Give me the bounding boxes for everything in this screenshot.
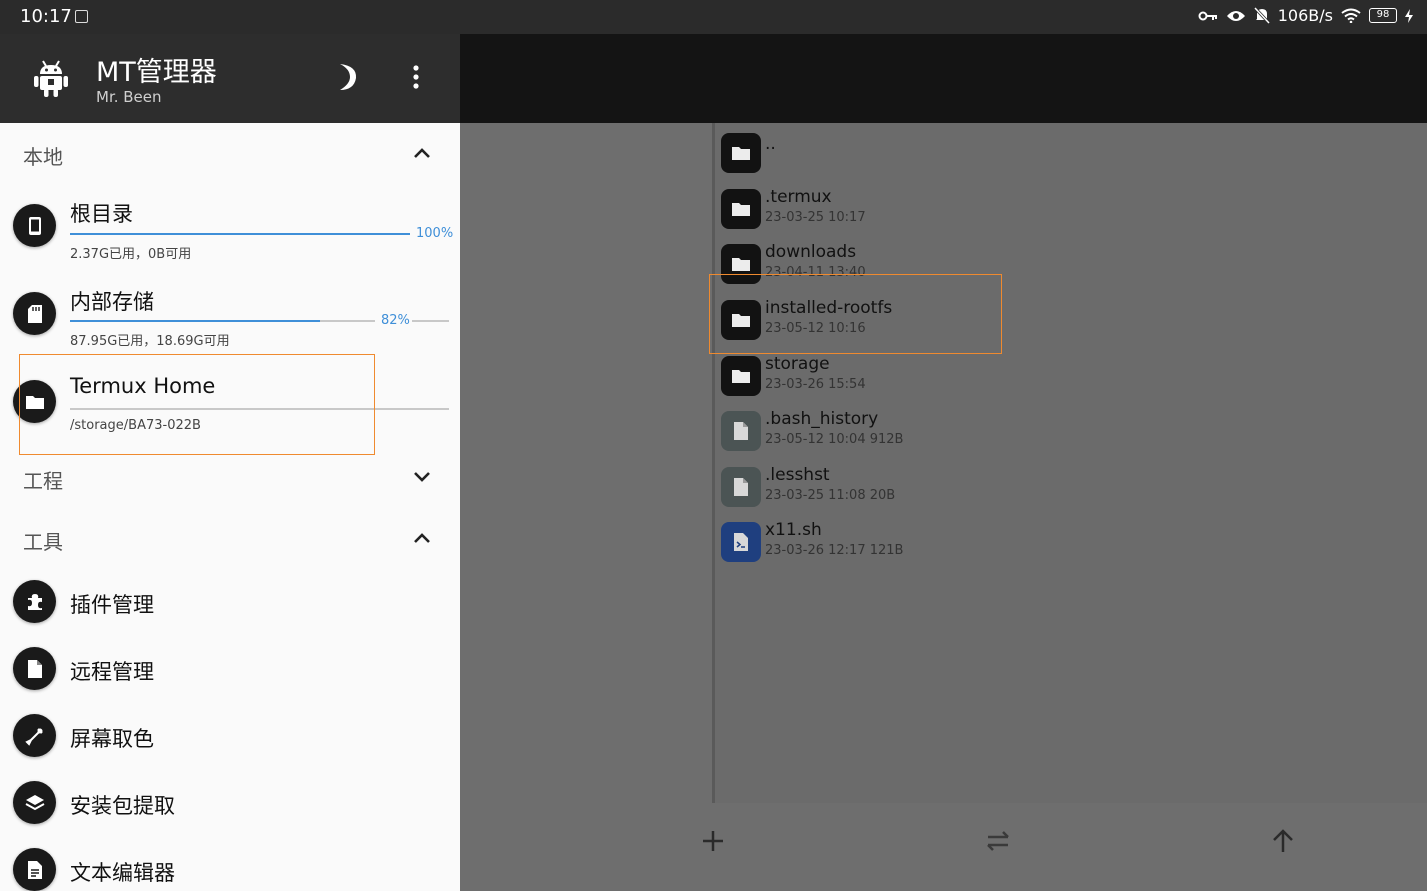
tool-title: 插件管理 xyxy=(70,593,154,617)
chevron-up-icon[interactable] xyxy=(412,146,432,160)
file-row-lesshst[interactable]: .lesshst 23-03-25 11:08 20B xyxy=(721,459,1321,514)
file-meta: 23-05-12 10:04 912B xyxy=(765,432,904,447)
highlight-termux-home xyxy=(19,354,375,455)
section-project-title[interactable]: 工程 xyxy=(23,465,63,494)
eyedropper-icon xyxy=(13,714,56,757)
folder-icon xyxy=(721,189,761,229)
folder-icon xyxy=(721,133,761,173)
file-name: .bash_history xyxy=(765,409,879,429)
storage-bar-fill xyxy=(70,320,321,322)
tool-title: 安装包提取 xyxy=(70,794,175,818)
status-time: 10:17 xyxy=(20,6,72,27)
arrow-up-icon xyxy=(1273,829,1293,852)
document-icon xyxy=(13,647,56,690)
more-vertical-icon xyxy=(413,65,419,89)
item-title: 内部存储 xyxy=(70,290,154,314)
calendar-icon xyxy=(75,10,88,23)
layers-icon xyxy=(13,781,56,824)
navigation-drawer: MT管理器 Mr. Been 本地 根目录 100% 2.37G已用，0B可用 … xyxy=(0,34,460,891)
document-icon xyxy=(721,467,761,507)
swap-panels-button[interactable] xyxy=(978,821,1018,861)
app-title: MT管理器 xyxy=(96,57,217,88)
storage-bar-tail xyxy=(412,320,449,322)
file-manager-toolbar xyxy=(460,34,1427,123)
more-options-button[interactable] xyxy=(405,64,427,96)
file-name: .lesshst xyxy=(765,465,830,485)
night-mode-button[interactable] xyxy=(330,60,360,98)
key-icon xyxy=(1198,11,1217,20)
storage-percent: 82% xyxy=(381,313,410,328)
swap-icon xyxy=(987,831,1009,851)
net-speed: 106B/s xyxy=(1277,6,1333,25)
item-subtitle: 2.37G已用，0B可用 xyxy=(70,247,192,262)
storage-percent: 100% xyxy=(416,226,454,241)
go-up-button[interactable] xyxy=(1263,821,1303,861)
file-name: downloads xyxy=(765,242,857,262)
storage-bar-fill xyxy=(70,233,410,235)
moon-icon xyxy=(340,64,357,90)
file-row-storage[interactable]: storage 23-03-26 15:54 xyxy=(721,348,1321,403)
add-button[interactable] xyxy=(693,821,733,861)
chevron-down-icon[interactable] xyxy=(412,470,432,484)
item-subtitle: 87.95G已用，18.69G可用 xyxy=(70,334,230,349)
left-file-panel[interactable] xyxy=(460,123,712,803)
folder-icon xyxy=(721,356,761,396)
file-meta: 23-03-26 15:54 xyxy=(765,377,866,392)
drawer-header: MT管理器 Mr. Been xyxy=(0,34,460,123)
eye-icon xyxy=(1226,10,1245,21)
right-file-panel[interactable]: .. .termux 23-03-25 10:17 downloads 23-0… xyxy=(715,123,1427,803)
storage-bar xyxy=(70,320,375,322)
plus-icon xyxy=(703,831,723,851)
charging-icon xyxy=(1405,8,1413,23)
file-name: x11.sh xyxy=(765,520,822,540)
status-bar: 10:17 106B/s 98 xyxy=(0,0,1427,34)
wifi-icon xyxy=(1341,8,1361,23)
text-file-icon xyxy=(13,848,56,891)
file-name: storage xyxy=(765,354,830,374)
section-local-title[interactable]: 本地 xyxy=(23,141,63,170)
file-name: .termux xyxy=(765,187,832,207)
document-icon xyxy=(721,411,761,451)
android-robot-icon xyxy=(34,58,68,102)
storage-bar xyxy=(70,233,410,235)
script-icon xyxy=(721,522,761,562)
bell-off-icon xyxy=(1253,7,1270,24)
file-row-bash-history[interactable]: .bash_history 23-05-12 10:04 912B xyxy=(721,403,1321,458)
bottom-toolbar xyxy=(460,803,1427,891)
file-row-termux[interactable]: .termux 23-03-25 10:17 xyxy=(721,181,1321,236)
puzzle-icon xyxy=(13,580,56,623)
file-meta: 23-03-25 11:08 20B xyxy=(765,488,896,503)
status-icons: 106B/s 98 xyxy=(1198,6,1413,25)
tool-title: 远程管理 xyxy=(70,660,154,684)
item-title: 根目录 xyxy=(70,202,133,226)
file-row-parent[interactable]: .. xyxy=(721,125,1321,180)
file-row-x11-sh[interactable]: x11.sh 23-03-26 12:17 121B xyxy=(721,514,1321,569)
tool-title: 屏幕取色 xyxy=(70,727,154,751)
chevron-up-icon[interactable] xyxy=(412,531,432,545)
user-name: Mr. Been xyxy=(96,88,162,106)
section-tools-title[interactable]: 工具 xyxy=(23,526,63,555)
sd-card-icon xyxy=(13,292,56,335)
highlight-installed-rootfs xyxy=(709,274,1002,354)
file-meta: 23-03-26 12:17 121B xyxy=(765,543,904,558)
file-meta: 23-03-25 10:17 xyxy=(765,210,866,225)
tool-title: 文本编辑器 xyxy=(70,861,175,885)
phone-icon xyxy=(13,204,56,247)
battery-icon: 98 xyxy=(1369,8,1397,23)
file-name: .. xyxy=(765,134,776,154)
